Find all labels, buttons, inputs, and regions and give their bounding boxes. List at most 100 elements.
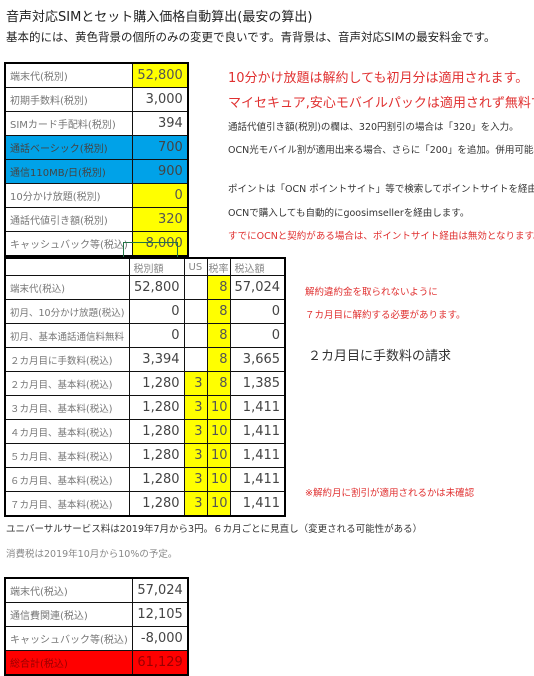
table-row: ３カ月目、基本料(税込) 1,280 3 10 1,411 — [4, 395, 286, 420]
tax-rate-cell[interactable]: 8 — [206, 275, 231, 300]
summary-table: 端末代(税込) 57,024 通信費関連(税込) 12,105 キャッシュバック… — [4, 577, 189, 676]
tax-rate-cell[interactable]: 10 — [206, 443, 231, 468]
note-fee-month2: ２カ月目に手数料の請求 — [308, 349, 452, 364]
with-tax-cell[interactable]: 1,411 — [229, 491, 286, 517]
header-pre-tax: 税別額 — [128, 257, 185, 276]
note-consumption-tax: 消費税は2019年10月から10%の予定。 — [6, 549, 178, 560]
table-row: 端末代(税別) 52,800 — [4, 62, 189, 88]
selected-cell[interactable] — [123, 242, 178, 258]
us-cell[interactable]: 3 — [183, 443, 208, 468]
row-label: ５カ月目、基本料(税込) — [4, 443, 130, 468]
pre-tax-cell[interactable]: 0 — [128, 299, 185, 324]
note-discount-input: 通話代値引き額(税別)の欄は、320円割引の場合は「320」を入力。 — [228, 122, 519, 133]
initial-fee-cell[interactable]: 3,000 — [131, 87, 189, 112]
us-cell[interactable] — [183, 347, 208, 372]
us-cell[interactable]: 3 — [183, 419, 208, 444]
unlimited-call-cell[interactable]: 0 — [131, 183, 189, 208]
cashback-total-cell[interactable]: -8,000 — [131, 626, 189, 651]
pre-tax-cell[interactable]: 1,280 — [128, 491, 185, 517]
pre-tax-cell[interactable]: 3,394 — [128, 347, 185, 372]
row-label: 通話代値引き額(税別) — [4, 207, 133, 232]
call-discount-cell[interactable]: 320 — [131, 207, 189, 232]
table-row: SIMカード手配料(税別) 394 — [4, 111, 189, 136]
note-universal-service: ユニバーサルサービス料は2019年7月から3円。６カ月ごとに見直し（変更される可… — [6, 524, 423, 535]
row-label: 端末代(税込) — [4, 577, 133, 603]
pre-tax-cell[interactable]: 1,280 — [128, 443, 185, 468]
table-row: 端末代(税込) 52,800 8 57,024 — [4, 275, 286, 300]
table-row: ５カ月目、基本料(税込) 1,280 3 10 1,411 — [4, 443, 286, 468]
pre-tax-cell[interactable]: 0 — [128, 323, 185, 348]
with-tax-cell[interactable]: 1,411 — [229, 443, 286, 468]
page-title: 音声対応SIMとセット購入価格自動算出(最安の算出) — [6, 10, 313, 25]
note-cancel-fee-2: ７カ月目に解約する必要があります。 — [305, 310, 466, 321]
us-cell[interactable] — [183, 299, 208, 324]
row-label: SIMカード手配料(税別) — [4, 111, 133, 136]
page-subtitle: 基本的には、黄色背景の個所のみの変更で良いです。青背景は、音声対応SIMの最安料… — [6, 30, 496, 44]
table-row: 端末代(税込) 57,024 — [4, 577, 189, 603]
header-tax-rate: 税率 — [206, 257, 231, 276]
tax-rate-cell[interactable]: 10 — [206, 467, 231, 492]
row-label: 通信費関連(税込) — [4, 602, 133, 627]
header-row: 税別額 US 税率 税込額 — [4, 257, 286, 276]
tax-rate-cell[interactable]: 10 — [206, 491, 231, 517]
with-tax-cell[interactable]: 1,385 — [229, 371, 286, 396]
pre-tax-cell[interactable]: 1,280 — [128, 419, 185, 444]
note-ocn-hikari: OCN光モバイル割が適用出来る場合、さらに「200」を追加。併用可能。 — [228, 145, 534, 156]
sim-fee-cell[interactable]: 394 — [131, 111, 189, 136]
table-row: 通信110MB/日(税別) 900 — [4, 159, 189, 184]
device-price-cell[interactable]: 52,800 — [131, 62, 189, 88]
tax-rate-cell[interactable]: 8 — [206, 323, 231, 348]
header-us: US — [183, 257, 208, 276]
table-row: ６カ月目、基本料(税込) 1,280 3 10 1,411 — [4, 467, 286, 492]
row-label: 10分かけ放題(税別) — [4, 183, 133, 208]
header-blank — [4, 257, 130, 276]
header-with-tax: 税込額 — [229, 257, 286, 276]
with-tax-cell[interactable]: 0 — [229, 299, 286, 324]
pre-tax-cell[interactable]: 1,280 — [128, 467, 185, 492]
pre-tax-cell[interactable]: 1,280 — [128, 371, 185, 396]
tax-rate-cell[interactable]: 8 — [206, 299, 231, 324]
note-unlimited-call: 10分かけ放題は解約しても初月分は適用されます。 — [228, 71, 529, 86]
grand-total-cell[interactable]: 61,129 — [131, 650, 189, 676]
us-cell[interactable] — [183, 323, 208, 348]
table-row: ２カ月目に手数料(税込) 3,394 8 3,665 — [4, 347, 286, 372]
tax-rate-cell[interactable]: 10 — [206, 419, 231, 444]
tax-rate-cell[interactable]: 8 — [206, 371, 231, 396]
tax-rate-cell[interactable]: 10 — [206, 395, 231, 420]
row-label: 端末代(税別) — [4, 62, 133, 88]
note-point-site: ポイントは「OCN ポイントサイト」等で検索してポイントサイトを経由。 — [228, 184, 534, 195]
us-cell[interactable]: 3 — [183, 395, 208, 420]
row-label: ６カ月目、基本料(税込) — [4, 467, 130, 492]
note-goosimseller: OCNで購入しても自動的にgoosimsellerを経由します。 — [228, 208, 470, 219]
comm-total-cell[interactable]: 12,105 — [131, 602, 189, 627]
data-plan-cell[interactable]: 900 — [131, 159, 189, 184]
us-cell[interactable]: 3 — [183, 467, 208, 492]
row-label: 初期手数料(税別) — [4, 87, 133, 112]
us-cell[interactable]: 3 — [183, 371, 208, 396]
row-label: 通話ベーシック(税別) — [4, 135, 133, 160]
with-tax-cell[interactable]: 57,024 — [229, 275, 286, 300]
row-label: 初月、基本通話通信料無料 — [4, 323, 130, 348]
row-label: 通信110MB/日(税別) — [4, 159, 133, 184]
row-label: キャッシュバック等(税込) — [4, 231, 133, 257]
device-total-cell[interactable]: 57,024 — [131, 577, 189, 603]
row-label: 初月、10分かけ放題(税込) — [4, 299, 130, 324]
tax-rate-cell[interactable]: 8 — [206, 347, 231, 372]
with-tax-cell[interactable]: 1,411 — [229, 395, 286, 420]
with-tax-cell[interactable]: 3,665 — [229, 347, 286, 372]
note-existing-contract: すでにOCNと契約がある場合は、ポイントサイト経由は無効となります。 — [228, 231, 534, 242]
row-label: キャッシュバック等(税込) — [4, 626, 133, 651]
table-row: ７カ月目、基本料(税込) 1,280 3 10 1,411 — [4, 491, 286, 517]
us-cell[interactable]: 3 — [183, 491, 208, 517]
pre-tax-cell[interactable]: 52,800 — [128, 275, 185, 300]
with-tax-cell[interactable]: 0 — [229, 323, 286, 348]
pre-tax-cell[interactable]: 1,280 — [128, 395, 185, 420]
note-cancel-fee-1: 解約違約金を取られないように — [305, 287, 438, 298]
with-tax-cell[interactable]: 1,411 — [229, 467, 286, 492]
monthly-cost-table: 税別額 US 税率 税込額 端末代(税込) 52,800 8 57,024 初月、10分… — [4, 257, 287, 517]
with-tax-cell[interactable]: 1,411 — [229, 419, 286, 444]
row-label: ３カ月目、基本料(税込) — [4, 395, 130, 420]
us-cell[interactable] — [183, 275, 208, 300]
table-row: 10分かけ放題(税別) 0 — [4, 183, 189, 208]
voice-basic-cell[interactable]: 700 — [131, 135, 189, 160]
